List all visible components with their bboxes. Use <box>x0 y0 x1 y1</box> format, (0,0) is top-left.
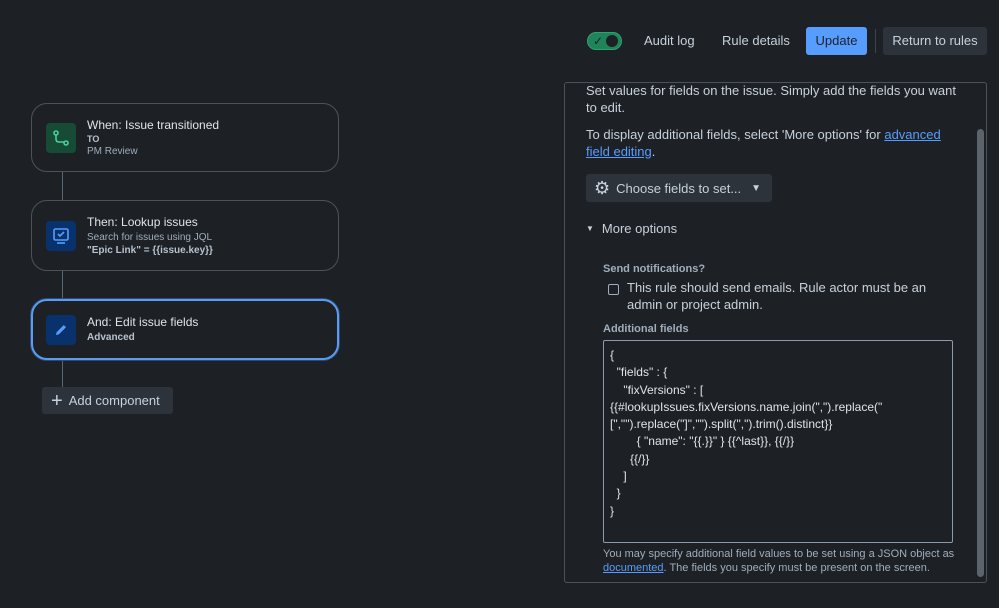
gear-icon: ⚙ <box>594 178 611 198</box>
check-icon: ✓ <box>593 34 604 48</box>
add-component-label: Add component <box>68 393 160 408</box>
help-text-suffix: . The fields you specify must be present… <box>663 562 930 574</box>
toggle-knob <box>606 35 618 47</box>
lookup-issues-card[interactable]: Then: Lookup issues Search for issues us… <box>31 200 339 271</box>
edit-issue-fields-card[interactable]: And: Edit issue fields Advanced <box>31 299 339 360</box>
documented-link[interactable]: documented <box>603 562 664 574</box>
trigger-card[interactable]: When: Issue transitioned TO PM Review <box>31 103 339 172</box>
update-button[interactable]: Update <box>806 27 867 55</box>
trigger-title: When: Issue transitioned <box>87 118 220 132</box>
additional-fields-label: Additional fields <box>603 323 689 335</box>
pencil-icon <box>46 315 76 345</box>
add-component-button[interactable]: + Add component <box>42 387 173 414</box>
lookup-issues-desc: Search for issues using JQL <box>87 232 213 243</box>
choose-fields-button[interactable]: ⚙ Choose fields to set... ▼ <box>586 174 772 202</box>
rule-details-link[interactable]: Rule details <box>722 27 790 55</box>
panel-display-hint: To display additional fields, select 'Mo… <box>586 126 956 160</box>
trigger-to-label: TO <box>87 134 100 144</box>
caret-down-icon: ▼ <box>586 224 594 233</box>
transition-icon <box>46 123 76 153</box>
flow-connector <box>62 270 63 300</box>
top-bar: ✓ Audit log Rule details Update Return t… <box>0 27 999 55</box>
lookup-issues-title: Then: Lookup issues <box>87 215 198 229</box>
chevron-down-icon: ▼ <box>751 182 762 194</box>
toolbar-divider <box>875 29 876 53</box>
lookup-issues-icon <box>46 221 76 251</box>
plus-icon: + <box>51 389 63 412</box>
trigger-status: PM Review <box>87 146 138 157</box>
audit-log-link[interactable]: Audit log <box>644 27 695 55</box>
flow-connector <box>62 171 63 201</box>
display-hint-text: To display additional fields, select 'Mo… <box>586 127 885 142</box>
edit-issue-fields-mode: Advanced <box>87 332 135 343</box>
help-text: You may specify additional field values … <box>603 548 955 560</box>
panel-intro: Set values for fields on the issue. Simp… <box>586 83 956 115</box>
more-options-toggle[interactable]: ▼ More options <box>586 221 677 236</box>
send-notifications-label: Send notifications? <box>603 263 706 275</box>
send-notifications-text: This rule should send emails. Rule actor… <box>627 280 927 312</box>
return-to-rules-button[interactable]: Return to rules <box>883 27 987 55</box>
send-notifications-checkbox[interactable] <box>608 284 619 295</box>
choose-fields-label: Choose fields to set... <box>616 180 742 196</box>
rule-enabled-toggle[interactable]: ✓ <box>587 32 622 50</box>
display-hint-suffix: . <box>651 144 656 159</box>
additional-fields-help: You may specify additional field values … <box>603 547 963 575</box>
lookup-issues-jql: "Epic Link" = {{issue.key}} <box>87 245 213 256</box>
more-options-label: More options <box>601 221 678 236</box>
edit-fields-panel: Set values for fields on the issue. Simp… <box>564 82 987 583</box>
flow-connector <box>62 359 63 387</box>
additional-fields-input[interactable]: { "fields" : { "fixVersions" : [ {{#look… <box>603 340 953 543</box>
panel-scrollbar[interactable] <box>977 129 984 577</box>
edit-issue-fields-title: And: Edit issue fields <box>87 315 199 329</box>
